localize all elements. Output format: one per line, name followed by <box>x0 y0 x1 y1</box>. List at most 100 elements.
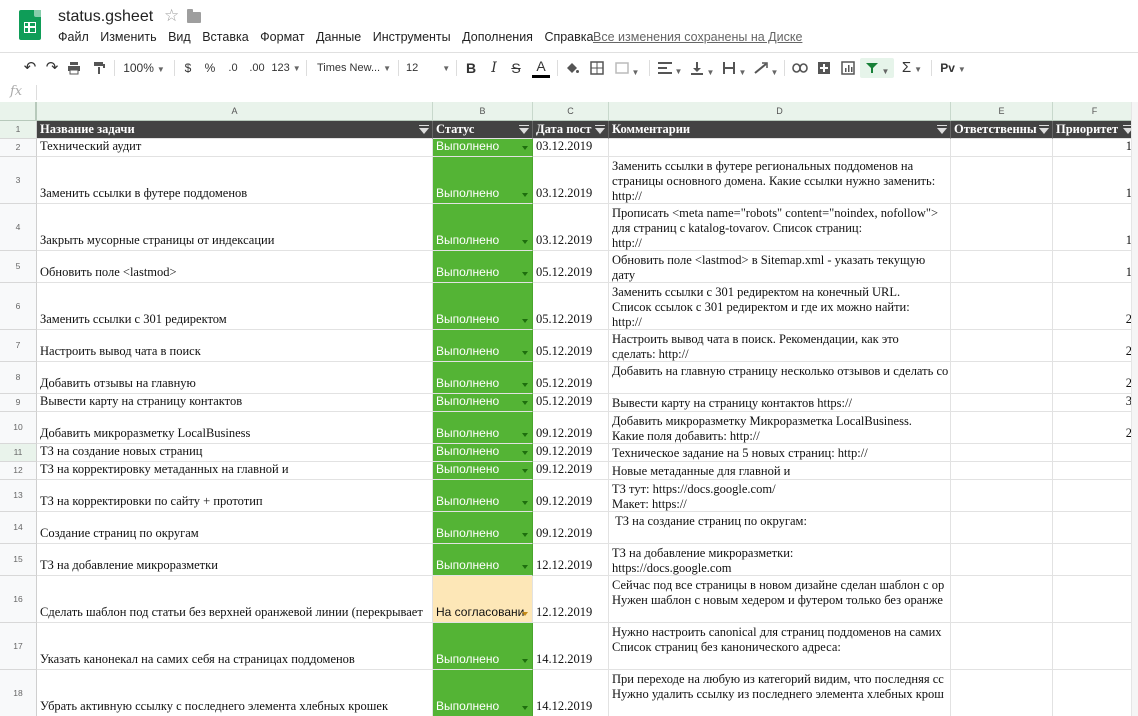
status-dropdown-cell[interactable]: Выполнено <box>433 362 533 394</box>
cell-date[interactable]: 14.12.2019 <box>533 623 609 670</box>
row-header[interactable]: 15 <box>0 544 37 576</box>
status-dropdown-cell[interactable]: На согласовани <box>433 576 533 623</box>
cell-owner[interactable] <box>951 412 1053 444</box>
filter-icon[interactable] <box>419 125 429 134</box>
cell-date[interactable]: 03.12.2019 <box>533 204 609 251</box>
filter-icon[interactable] <box>519 125 529 134</box>
currency-format-button[interactable]: $ <box>180 58 196 78</box>
status-dropdown-cell[interactable]: Выполнено <box>433 462 533 480</box>
horizontal-align-icon[interactable]: ▼ <box>656 58 684 78</box>
cell-task[interactable]: Заменить ссылки с 301 редиректом <box>37 283 433 330</box>
cell-date[interactable]: 03.12.2019 <box>533 157 609 204</box>
status-dropdown-cell[interactable]: Выполнено <box>433 544 533 576</box>
cell-owner[interactable] <box>951 512 1053 544</box>
dropdown-arrow-icon[interactable] <box>522 565 528 569</box>
dropdown-arrow-icon[interactable] <box>522 383 528 387</box>
header-cell-date[interactable]: Дата пост <box>533 121 609 139</box>
undo-icon[interactable]: ↶ <box>20 58 40 78</box>
dropdown-arrow-icon[interactable] <box>522 533 528 537</box>
row-header[interactable]: 6 <box>0 283 37 330</box>
status-dropdown-cell[interactable]: Выполнено <box>433 512 533 544</box>
sheets-logo-icon[interactable] <box>19 10 41 40</box>
cell-date[interactable]: 05.12.2019 <box>533 283 609 330</box>
column-header-d[interactable]: D <box>609 102 951 121</box>
cell-task[interactable]: ТЗ на создание новых страниц <box>37 444 433 462</box>
strikethrough-button[interactable]: S <box>508 58 524 78</box>
status-dropdown-cell[interactable]: Выполнено <box>433 330 533 362</box>
dropdown-arrow-icon[interactable] <box>522 240 528 244</box>
folder-icon[interactable] <box>187 9 201 23</box>
spreadsheet-grid[interactable]: A B C D E F 1 Название задачи Статус Дата пост Ком… <box>0 102 1138 716</box>
cell-priority[interactable]: 1 <box>1053 139 1137 157</box>
cell-task[interactable]: ТЗ на корректировку метаданных на главно… <box>37 462 433 480</box>
increase-decimal-button[interactable]: .00 <box>246 58 268 78</box>
font-size-select[interactable]: 12 ▼ <box>406 58 452 78</box>
cell-owner[interactable] <box>951 394 1053 412</box>
cell-priority[interactable]: 2 <box>1053 412 1137 444</box>
menu-addons[interactable]: Дополнения <box>462 30 533 44</box>
star-icon[interactable]: ☆ <box>164 6 179 26</box>
status-dropdown-cell[interactable]: Выполнено <box>433 394 533 412</box>
cell-comment[interactable]: Обновить поле <lastmod> в Sitemap.xml - … <box>609 251 951 283</box>
dropdown-arrow-icon[interactable] <box>522 501 528 505</box>
row-header[interactable]: 7 <box>0 330 37 362</box>
dropdown-arrow-icon[interactable] <box>522 706 528 710</box>
status-dropdown-cell[interactable]: Выполнено <box>433 623 533 670</box>
cell-comment[interactable]: Добавить на главную страницу несколько о… <box>609 362 951 394</box>
cell-task[interactable]: Вывести карту на страницу контактов <box>37 394 433 412</box>
cell-owner[interactable] <box>951 576 1053 623</box>
zoom-select[interactable]: 100% ▼ <box>120 58 168 78</box>
cell-priority[interactable]: 2 <box>1053 283 1137 330</box>
vertical-scrollbar[interactable] <box>1131 102 1138 716</box>
row-header[interactable]: 4 <box>0 204 37 251</box>
status-dropdown-cell[interactable]: Выполнено <box>433 412 533 444</box>
cell-task[interactable]: Заменить ссылки в футере поддоменов <box>37 157 433 204</box>
cell-date[interactable]: 12.12.2019 <box>533 576 609 623</box>
menu-format[interactable]: Формат <box>260 30 304 44</box>
cell-priority[interactable]: 1 <box>1053 251 1137 283</box>
cell-comment[interactable]: Настроить вывод чата в поиск. Рекомендац… <box>609 330 951 362</box>
cell-task[interactable]: ТЗ на корректировки по сайту + прототип <box>37 480 433 512</box>
menu-insert[interactable]: Вставка <box>202 30 248 44</box>
row-header[interactable]: 10 <box>0 412 37 444</box>
cell-task[interactable]: ТЗ на добавление микроразметки <box>37 544 433 576</box>
row-header[interactable]: 18 <box>0 670 37 716</box>
document-title[interactable]: status.gsheet <box>58 8 153 26</box>
row-header[interactable]: 3 <box>0 157 37 204</box>
row-header[interactable]: 17 <box>0 623 37 670</box>
column-header-f[interactable]: F <box>1053 102 1137 121</box>
filter-icon[interactable] <box>595 125 605 134</box>
cell-comment[interactable]: Прописать <meta name="robots" content="n… <box>609 204 951 251</box>
cell-task[interactable]: Обновить поле <lastmod> <box>37 251 433 283</box>
cell-date[interactable]: 09.12.2019 <box>533 444 609 462</box>
column-header-c[interactable]: C <box>533 102 609 121</box>
decrease-decimal-button[interactable]: .0 <box>224 58 242 78</box>
dropdown-arrow-icon[interactable] <box>522 146 528 150</box>
column-header-a[interactable]: A <box>37 102 433 121</box>
italic-button[interactable]: I <box>486 58 502 78</box>
filter-icon[interactable]: ▼ <box>860 58 894 78</box>
status-dropdown-cell[interactable]: Выполнено <box>433 480 533 512</box>
cell-owner[interactable] <box>951 330 1053 362</box>
save-status-link[interactable]: Все изменения сохранены на Диске <box>593 30 802 44</box>
filter-icon[interactable] <box>1039 125 1049 134</box>
vertical-align-icon[interactable]: ▼ <box>688 58 716 78</box>
cell-priority[interactable]: 1 <box>1053 157 1137 204</box>
cell-comment[interactable]: ТЗ тут: https://docs.google.com/ Макет: … <box>609 480 951 512</box>
row-header[interactable]: 14 <box>0 512 37 544</box>
cell-owner[interactable] <box>951 480 1053 512</box>
header-cell-priority[interactable]: Приоритет <box>1053 121 1137 139</box>
dropdown-arrow-icon[interactable] <box>522 193 528 197</box>
percent-format-button[interactable]: % <box>202 58 218 78</box>
cell-priority[interactable]: 3 <box>1053 394 1137 412</box>
cell-date[interactable]: 14.12.2019 <box>533 670 609 716</box>
cell-owner[interactable] <box>951 283 1053 330</box>
cell-task[interactable]: Добавить отзывы на главную <box>37 362 433 394</box>
cell-task[interactable]: Добавить микроразметку LocalBusiness <box>37 412 433 444</box>
dropdown-arrow-icon[interactable] <box>522 469 528 473</box>
cell-owner[interactable] <box>951 462 1053 480</box>
dropdown-arrow-icon[interactable] <box>522 612 528 616</box>
cell-priority[interactable]: 2 <box>1053 362 1137 394</box>
print-icon[interactable] <box>66 58 82 78</box>
insert-link-icon[interactable] <box>790 58 810 78</box>
